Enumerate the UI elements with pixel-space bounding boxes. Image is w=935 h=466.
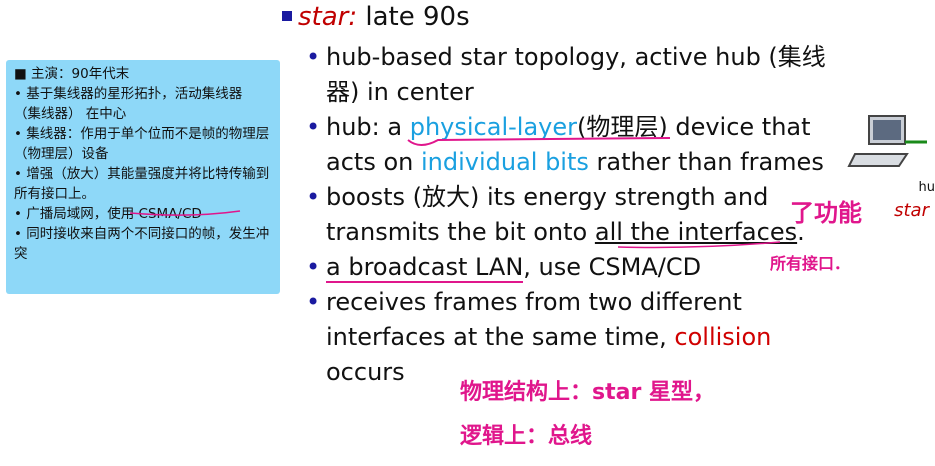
ink-underline (129, 210, 241, 216)
ink-annotations (129, 137, 781, 249)
ink-underline (617, 241, 781, 249)
ink-underline (407, 137, 671, 146)
